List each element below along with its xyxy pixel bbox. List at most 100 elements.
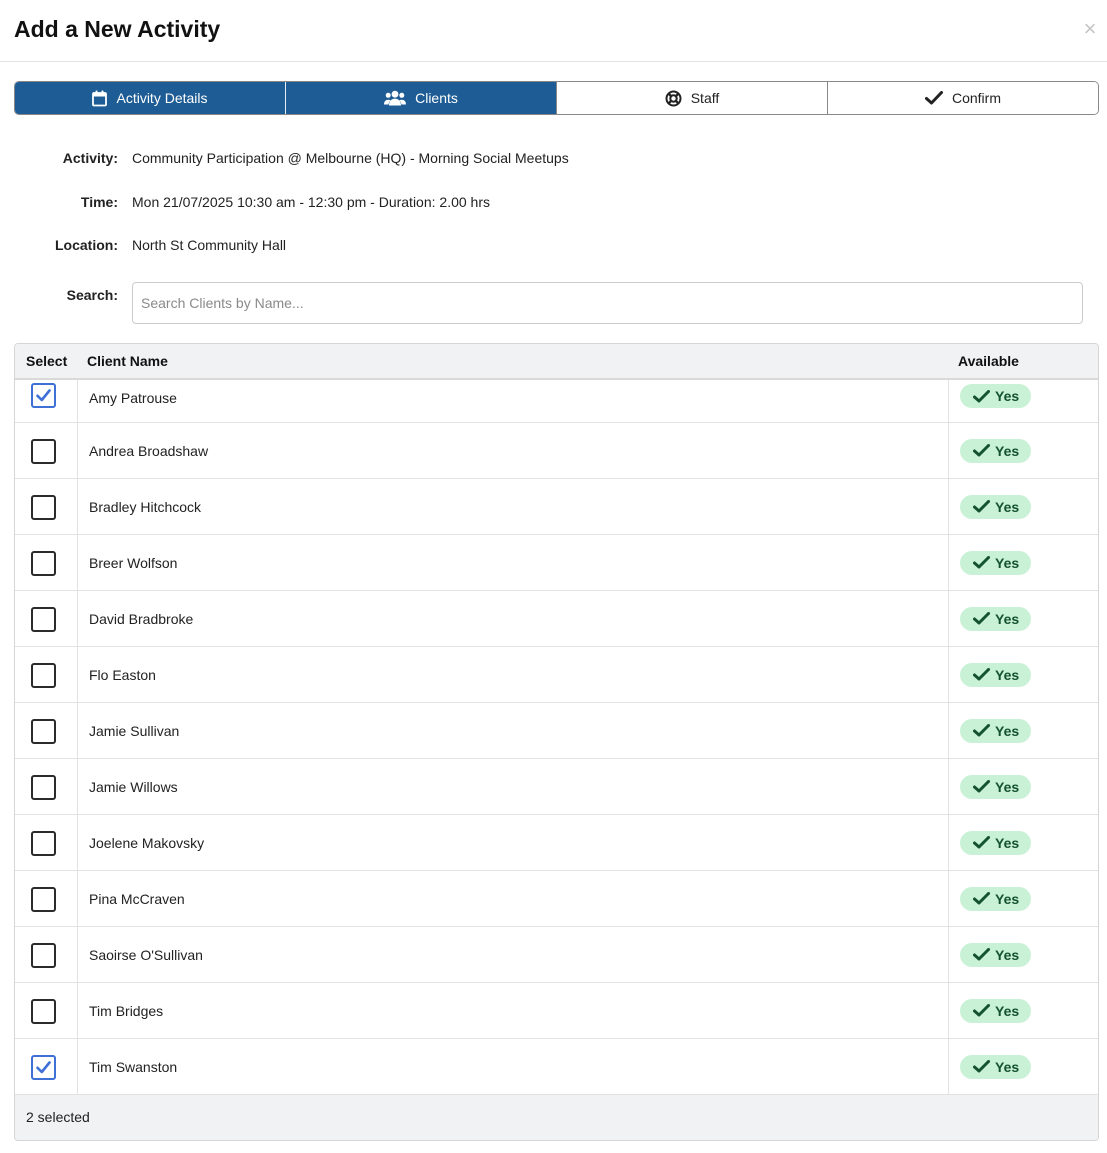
table-row[interactable]: David Bradbroke Yes [15, 591, 1098, 647]
row-checkbox[interactable] [31, 718, 56, 744]
client-name-cell: Amy Patrouse [78, 380, 949, 422]
row-checkbox[interactable] [31, 550, 56, 576]
select-cell [15, 927, 78, 982]
time-row: Time: Mon 21/07/2025 10:30 am - 12:30 pm… [0, 192, 1107, 212]
close-button[interactable]: × [1081, 18, 1099, 40]
available-badge: Yes [960, 384, 1032, 408]
selected-count: 2 selected [26, 1109, 90, 1125]
users-icon [384, 90, 407, 106]
available-cell: Yes [949, 479, 1098, 534]
available-text: Yes [995, 890, 1020, 907]
table-row[interactable]: Joelene Makovsky Yes [15, 815, 1098, 871]
row-checkbox[interactable] [31, 942, 56, 968]
time-label: Time: [80, 194, 118, 210]
row-checkbox[interactable] [31, 438, 56, 464]
table-body[interactable]: Amy Patrouse Yes Andrea Broadshaw Yes Br… [15, 380, 1098, 1095]
client-name-cell: Saoirse O'Sullivan [78, 927, 949, 982]
table-row[interactable]: Bradley Hitchcock Yes [15, 479, 1098, 535]
available-badge: Yes [960, 830, 1032, 855]
check-icon [973, 724, 990, 737]
available-badge: Yes [960, 662, 1032, 687]
client-name: Amy Patrouse [89, 389, 177, 406]
available-text: Yes [995, 610, 1020, 627]
row-checkbox[interactable] [31, 998, 56, 1024]
row-checkbox[interactable] [31, 774, 56, 800]
step-clients[interactable]: Clients [285, 82, 556, 114]
header-available: Available [958, 353, 1019, 369]
header-select: Select [26, 353, 68, 369]
select-cell [15, 380, 78, 422]
client-name-cell: Andrea Broadshaw [78, 423, 949, 478]
row-checkbox[interactable] [31, 383, 56, 408]
step-label: Confirm [951, 90, 1001, 106]
client-name: Breer Wolfson [89, 554, 178, 571]
client-name-cell: Joelene Makovsky [78, 815, 949, 870]
select-cell [15, 535, 78, 590]
available-cell: Yes [949, 927, 1098, 982]
check-icon [973, 1060, 990, 1073]
clients-table: Select Client Name Available Amy Patrous… [14, 343, 1099, 1141]
available-cell: Yes [949, 1039, 1098, 1094]
available-cell: Yes [949, 871, 1098, 926]
table-row[interactable]: Andrea Broadshaw Yes [15, 423, 1098, 479]
available-cell: Yes [949, 983, 1098, 1038]
select-cell [15, 591, 78, 646]
client-name: Jamie Sullivan [89, 722, 180, 739]
available-badge: Yes [960, 998, 1032, 1023]
client-name-cell: Tim Bridges [78, 983, 949, 1038]
available-badge: Yes [960, 438, 1032, 463]
table-row[interactable]: Breer Wolfson Yes [15, 535, 1098, 591]
search-label: Search: [66, 287, 118, 303]
table-row[interactable]: Jamie Willows Yes [15, 759, 1098, 815]
check-icon [973, 668, 990, 681]
row-checkbox[interactable] [31, 886, 56, 912]
step-activity-details[interactable]: Activity Details [15, 82, 285, 114]
time-value: Mon 21/07/2025 10:30 am - 12:30 pm - Dur… [132, 194, 490, 210]
available-cell: Yes [949, 380, 1098, 422]
client-name-cell: Breer Wolfson [78, 535, 949, 590]
location-label: Location: [55, 237, 118, 253]
row-checkbox[interactable] [31, 494, 56, 520]
available-cell: Yes [949, 759, 1098, 814]
available-cell: Yes [949, 703, 1098, 758]
available-text: Yes [995, 1058, 1020, 1075]
row-checkbox[interactable] [31, 1054, 56, 1080]
table-row[interactable]: Tim Swanston Yes [15, 1039, 1098, 1095]
check-icon [973, 500, 990, 513]
available-cell: Yes [949, 591, 1098, 646]
client-name: Tim Swanston [89, 1058, 178, 1075]
table-row[interactable]: Jamie Sullivan Yes [15, 703, 1098, 759]
table-row[interactable]: Tim Bridges Yes [15, 983, 1098, 1039]
row-checkbox[interactable] [31, 830, 56, 856]
row-checkbox[interactable] [31, 606, 56, 632]
select-cell [15, 983, 78, 1038]
step-confirm[interactable]: Confirm [827, 82, 1098, 114]
table-row[interactable]: Amy Patrouse Yes [15, 380, 1098, 423]
step-staff[interactable]: Staff [556, 82, 827, 114]
select-cell [15, 423, 78, 478]
check-icon [973, 444, 990, 457]
available-badge: Yes [960, 774, 1032, 799]
row-checkbox[interactable] [31, 662, 56, 688]
client-name-cell: Bradley Hitchcock [78, 479, 949, 534]
available-badge: Yes [960, 1054, 1032, 1079]
available-text: Yes [995, 666, 1020, 683]
available-badge: Yes [960, 550, 1032, 575]
search-input[interactable] [132, 282, 1083, 324]
table-row[interactable]: Pina McCraven Yes [15, 871, 1098, 927]
client-name: Pina McCraven [89, 890, 185, 907]
available-text: Yes [995, 834, 1020, 851]
client-name-cell: Flo Easton [78, 647, 949, 702]
calendar-icon [92, 90, 108, 107]
available-text: Yes [995, 1002, 1020, 1019]
available-text: Yes [995, 554, 1020, 571]
location-value: North St Community Hall [132, 237, 287, 253]
table-row[interactable]: Flo Easton Yes [15, 647, 1098, 703]
checkmark-icon [36, 1060, 51, 1073]
table-row[interactable]: Saoirse O'Sullivan Yes [15, 927, 1098, 983]
activity-row: Activity: Community Participation @ Melb… [0, 148, 1107, 168]
select-cell [15, 815, 78, 870]
available-text: Yes [995, 778, 1020, 795]
client-name: Andrea Broadshaw [89, 442, 209, 459]
select-cell [15, 479, 78, 534]
